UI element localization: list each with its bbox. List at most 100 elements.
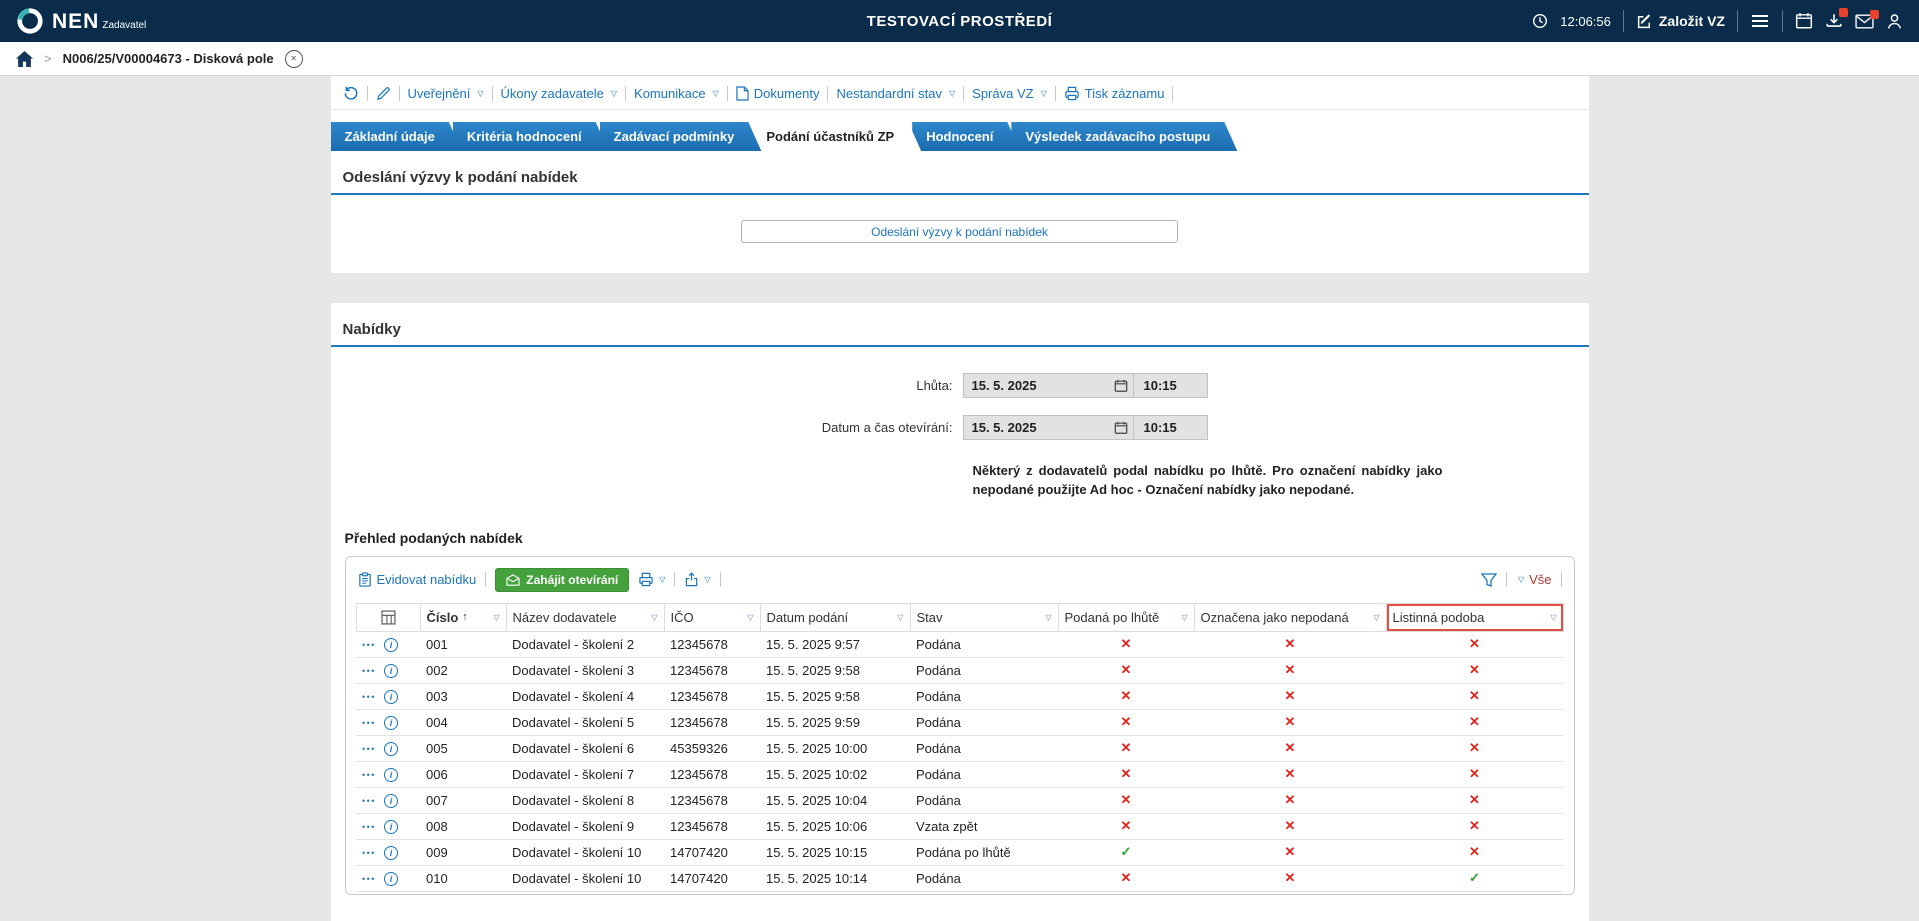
row-menu-icon[interactable]: ••• [362,718,376,728]
divider [727,86,728,101]
calendar-button[interactable] [1795,12,1813,30]
column-filter-icon[interactable]: ▽ [747,613,753,622]
cell-number: 005 [420,735,506,761]
app-role: Zadavatel [102,20,146,32]
nen-logo-icon [16,7,44,35]
toolbar-item-ukony-zadavatele[interactable]: Úkony zadavatele▽ [501,86,618,101]
column-filter-icon[interactable]: ▽ [1181,613,1187,622]
row-menu-icon[interactable]: ••• [362,666,376,676]
cell-paper-form: ✕ [1386,657,1563,683]
tab-hodnoceni[interactable]: Hodnocení [912,122,1020,151]
toolbar-item-dokumenty[interactable]: Dokumenty [736,86,820,101]
row-info-icon[interactable]: i [384,742,398,756]
downloads-button[interactable] [1825,12,1843,30]
col-cislo[interactable]: Číslo↑▽ [420,603,506,631]
cell-status: Podána [910,787,1058,813]
start-opening-button[interactable]: Zahájit otevírání [495,568,629,592]
col-listinna-podoba[interactable]: Listinná podoba▽ [1386,603,1563,631]
col-stav[interactable]: Stav▽ [910,603,1058,631]
column-filter-icon[interactable]: ▽ [651,613,657,622]
cell-late: ✕ [1058,631,1194,657]
row-menu-icon[interactable]: ••• [362,848,376,858]
toolbar-item-komunikace[interactable]: Komunikace▽ [634,86,719,101]
chevron-right-icon: > [44,51,52,66]
row-info-icon[interactable]: i [384,820,398,834]
row-info-icon[interactable]: i [384,794,398,808]
tab-zadavaci-podminky[interactable]: Zadávací podmínky [600,122,762,151]
row-menu-icon[interactable]: ••• [362,692,376,702]
notification-badge [1870,10,1879,19]
col-oznacena-jako-nepodana[interactable]: Označena jako nepodaná▽ [1194,603,1386,631]
row-menu-icon[interactable]: ••• [362,770,376,780]
row-info-icon[interactable]: i [384,846,398,860]
toolbar-item-sprava-vz[interactable]: Správa VZ▽ [972,86,1047,101]
current-time: 12:06:56 [1560,14,1611,29]
filter-preset-dropdown[interactable]: ▽ Vše [1516,572,1552,587]
hamburger-icon [1750,13,1770,29]
row-menu-icon[interactable]: ••• [362,874,376,884]
column-filter-icon[interactable]: ▽ [1373,613,1379,622]
toolbar-item-tisk-zaznamu[interactable]: Tisk záznamu [1064,86,1165,101]
environment-title: TESTOVACÍ PROSTŘEDÍ [867,13,1053,30]
cell-submitted: 15. 5. 2025 10:06 [760,813,910,839]
menu-button[interactable] [1750,13,1770,29]
calendar-picker-icon[interactable] [1109,379,1133,393]
row-menu-icon[interactable]: ••• [362,640,376,650]
opening-date-input[interactable]: 15. 5. 2025 [964,420,1109,435]
history-button[interactable] [343,85,359,101]
column-filter-icon[interactable]: ▽ [897,613,903,622]
calendar-picker-icon[interactable] [1109,421,1133,435]
opening-time-input[interactable]: 10:15 [1133,416,1207,439]
col-config[interactable] [356,603,420,631]
row-menu-icon[interactable]: ••• [362,744,376,754]
row-info-icon[interactable]: i [384,638,398,652]
filter-button[interactable] [1481,573,1497,587]
tab-vysledek-zadavaciho-postupu[interactable]: Výsledek zadávacího postupu [1011,122,1237,151]
cross-icon: ✕ [1285,636,1296,651]
row-info-icon[interactable]: i [384,690,398,704]
divider [1623,10,1624,32]
divider [827,86,828,101]
user-button[interactable] [1886,13,1903,30]
tab-kriteria-hodnoceni[interactable]: Kritéria hodnocení [453,122,609,151]
col-podana-po-lhute[interactable]: Podaná po lhůtě▽ [1058,603,1194,631]
messages-button[interactable] [1855,14,1874,29]
col-nazev-dodavatele[interactable]: Název dodavatele▽ [506,603,664,631]
cross-icon: ✕ [1469,844,1480,859]
print-button[interactable]: ▽ [638,572,665,587]
deadline-date-input[interactable]: 15. 5. 2025 [964,378,1109,393]
row-info-icon[interactable]: i [384,716,398,730]
send-call-button[interactable]: Odeslání výzvy k podání nabídek [741,220,1178,243]
col-ico[interactable]: IČO▽ [664,603,760,631]
toolbar-item-nestandardni-stav[interactable]: Nestandardní stav▽ [836,86,955,101]
row-info-icon[interactable]: i [384,768,398,782]
edit-record-button[interactable] [376,86,391,101]
grid-toolbar: Evidovat nabídku Zahájit otevírání ▽ [356,565,1564,603]
cell-paper-form: ✕ [1386,631,1563,657]
close-record-button[interactable]: ✕ [285,50,303,68]
row-menu-icon[interactable]: ••• [362,822,376,832]
column-filter-icon[interactable]: ▽ [1045,613,1051,622]
tab-podani-ucastniku-zp[interactable]: Podání účastníků ZP [752,122,921,151]
row-menu-icon[interactable]: ••• [362,796,376,806]
dropdown-icon: ▽ [949,89,955,98]
cell-paper-form: ✓ [1386,865,1563,891]
cross-icon: ✕ [1285,662,1296,677]
cell-number: 006 [420,761,506,787]
divider [492,86,493,101]
deadline-time-input[interactable]: 10:15 [1133,374,1207,397]
row-info-icon[interactable]: i [384,872,398,886]
export-button[interactable]: ▽ [684,572,710,587]
home-button[interactable] [16,51,33,67]
column-filter-icon[interactable]: ▽ [1550,613,1556,622]
dropdown-icon: ▽ [611,89,617,98]
row-info-icon[interactable]: i [384,664,398,678]
tab-zakladni-udaje[interactable]: Základní údaje [331,122,462,151]
column-filter-icon[interactable]: ▽ [493,613,499,622]
dropdown-icon: ▽ [477,89,483,98]
create-vz-button[interactable]: Založit VZ [1636,13,1725,30]
toolbar-item-uverejneni[interactable]: Uveřejnění▽ [408,86,484,101]
dropdown-icon: ▽ [1041,89,1047,98]
register-bid-button[interactable]: Evidovat nabídku [358,572,477,587]
col-datum-podani[interactable]: Datum podání▽ [760,603,910,631]
